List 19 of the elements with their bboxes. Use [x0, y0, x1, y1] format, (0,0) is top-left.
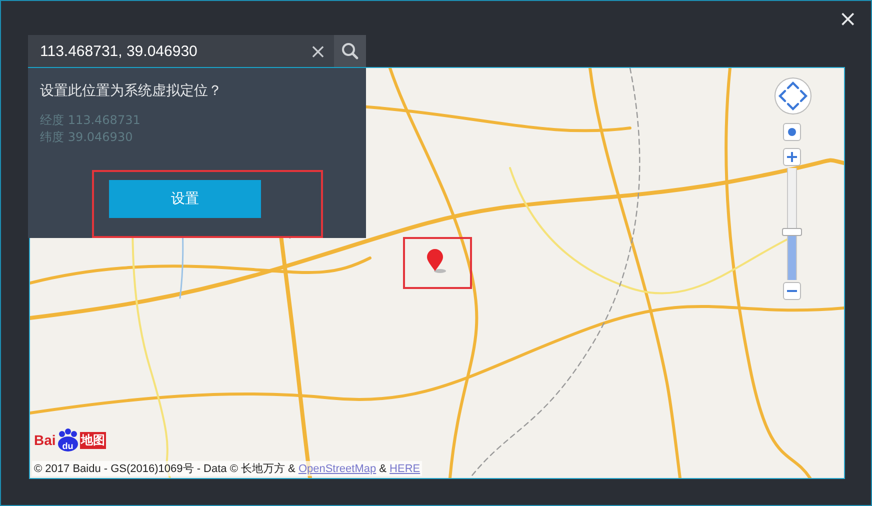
- dot-icon: [788, 128, 796, 136]
- locate-button[interactable]: [783, 123, 801, 141]
- pan-control-icon[interactable]: [774, 77, 812, 115]
- highlight-frame: [403, 237, 472, 289]
- plus-icon: [787, 152, 797, 162]
- attribution-link[interactable]: HERE: [390, 463, 420, 475]
- search-button[interactable]: [334, 35, 366, 67]
- clear-button[interactable]: ×: [302, 35, 334, 67]
- zoom-out-button[interactable]: [783, 282, 801, 300]
- zoom-slider-thumb[interactable]: [782, 228, 802, 236]
- map-logo: Bai du 地图: [34, 428, 106, 452]
- zoom-in-button[interactable]: [783, 148, 801, 166]
- search-field[interactable]: 113.468731, 39.046930 ×: [28, 35, 366, 68]
- map-pin-icon: [426, 248, 448, 274]
- search-icon: [341, 42, 359, 60]
- map-attribution: © 2017 Baidu - GS(2016)1069号 - Data © 长地万方 & OpenStreetMap & HERE: [32, 461, 422, 476]
- close-button[interactable]: ×: [834, 7, 861, 32]
- question-text: 设置此位置为系统虚拟定位？: [40, 82, 223, 100]
- attribution-link[interactable]: OpenStreetMap: [298, 463, 376, 475]
